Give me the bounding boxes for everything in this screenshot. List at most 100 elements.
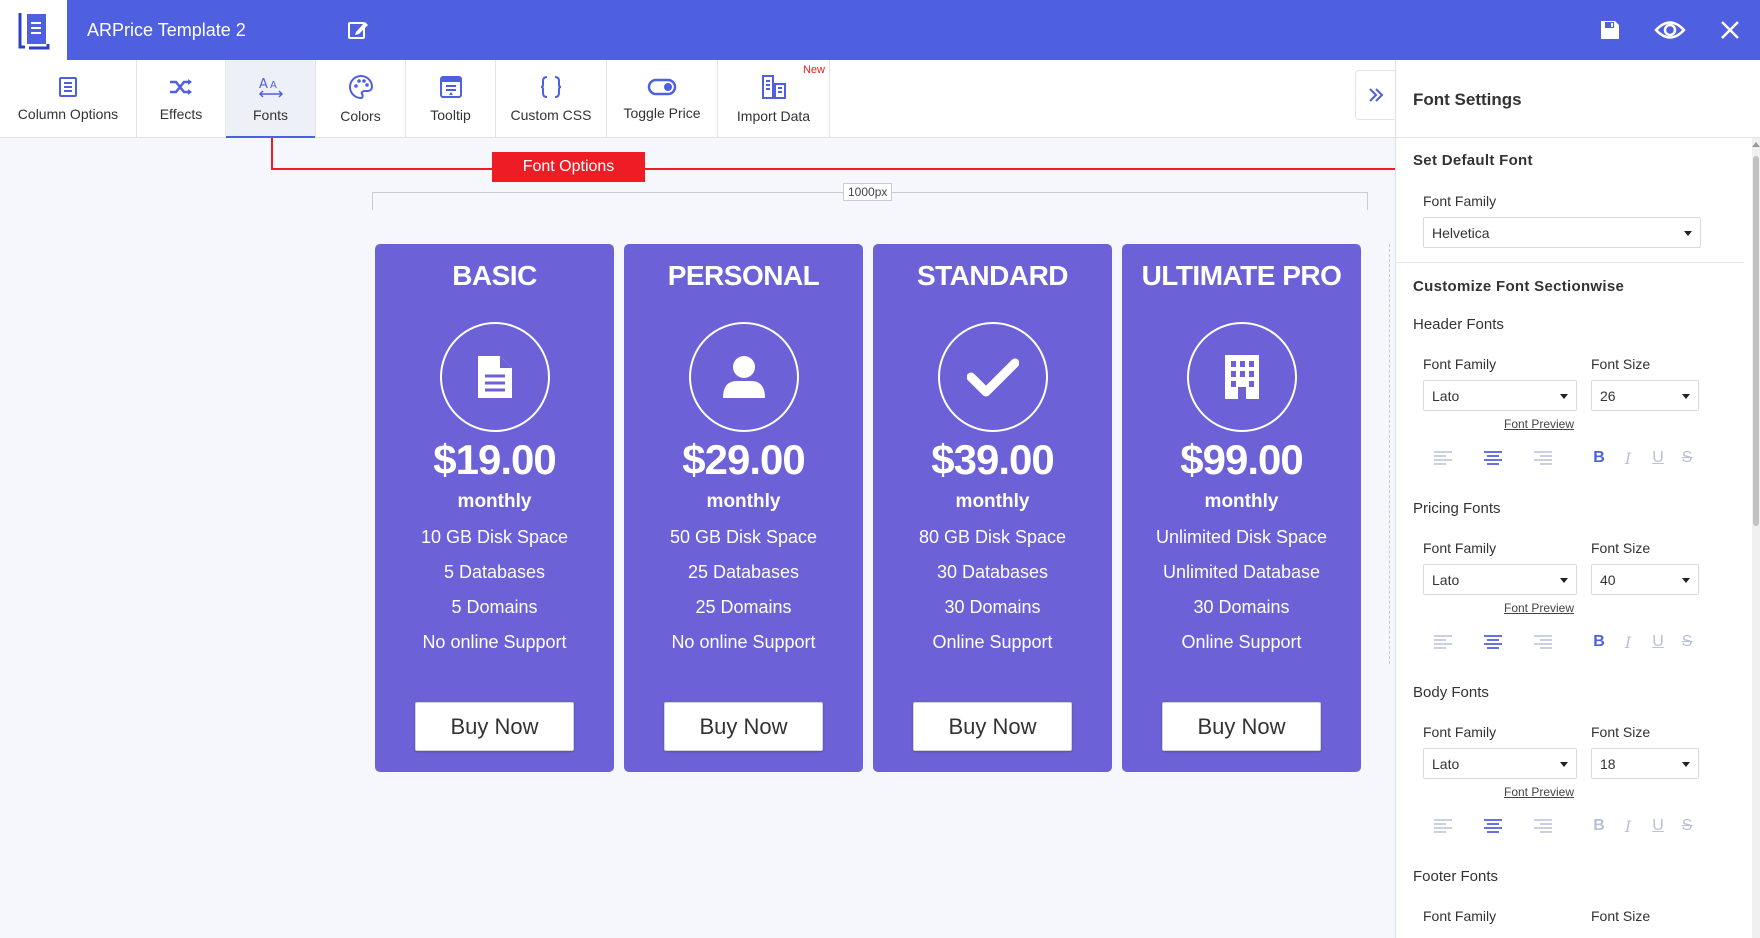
font-preview-link[interactable]: Font Preview [1504,417,1574,431]
italic-button[interactable]: I [1616,446,1640,470]
italic-button[interactable]: I [1616,814,1640,838]
scrollbar-thumb[interactable] [1753,156,1759,526]
pricing-column-personal[interactable]: PERSONAL $29.00 monthly 50 GB Disk Space… [624,244,863,772]
top-bar: ARPrice Template 2 [0,0,1760,60]
collapse-panel-button[interactable] [1355,70,1395,120]
tab-custom-css[interactable]: Custom CSS [496,60,607,137]
buy-now-button[interactable]: Buy Now [913,702,1072,751]
align-center-button[interactable] [1481,814,1505,838]
font-family-label: Font Family [1423,724,1497,740]
pricing-font-family-select[interactable]: Lato [1423,564,1577,595]
bold-icon: B [1593,817,1605,834]
tab-toggle-price[interactable]: Toggle Price [607,60,718,137]
pricing-font-size-select[interactable]: 40 [1591,564,1699,595]
strikethrough-icon: S [1681,633,1693,650]
caret-down-icon [1560,394,1568,399]
column-feature: 10 GB Disk Space [420,527,569,547]
buy-now-button[interactable]: Buy Now [415,702,574,751]
column-price: $29.00 [682,436,805,483]
align-center-icon [1484,451,1502,465]
underline-button[interactable]: U [1646,446,1670,470]
column-title: PERSONAL [667,260,820,291]
column-icon-circle [938,322,1048,432]
align-left-button[interactable] [1431,446,1455,470]
user-icon [723,356,765,398]
font-size-label: Font Size [1591,724,1651,740]
column-feature: No online Support [422,632,567,652]
strikethrough-button[interactable]: S [1675,814,1699,838]
edit-title-button[interactable] [346,18,372,44]
default-font-heading: Set Default Font [1413,152,1533,169]
strikethrough-button[interactable]: S [1675,630,1699,654]
tab-colors[interactable]: Colors [316,60,406,137]
preview-button[interactable] [1640,0,1700,60]
app-logo[interactable] [0,0,67,60]
underline-button[interactable]: U [1646,814,1670,838]
body-format-row: B I U S [1431,814,1721,838]
tab-fonts[interactable]: A A Fonts [226,60,316,138]
font-preview-link[interactable]: Font Preview [1504,785,1574,799]
pricing-column-standard[interactable]: STANDARD $39.00 monthly 80 GB Disk Space… [873,244,1112,772]
font-icon: A A [258,77,283,98]
buy-now-button[interactable]: Buy Now [664,702,823,751]
column-feature: 25 Domains [695,597,792,617]
panel-scrollbar[interactable] [1752,138,1760,938]
tab-label: Colors [340,107,381,124]
italic-icon: I [1624,632,1632,652]
save-button[interactable] [1580,0,1640,60]
bold-button[interactable]: B [1587,630,1611,654]
align-left-button[interactable] [1431,630,1455,654]
pricing-column-ultimate-pro[interactable]: ULTIMATE PRO $99.00 monthly Unlimited Di… [1122,244,1361,772]
header-format-row: B I U S [1431,446,1721,470]
align-center-icon [1484,819,1502,833]
select-value: Lato [1432,387,1460,404]
column-period: monthly [955,491,1030,512]
close-button[interactable] [1700,0,1760,60]
header-font-family-select[interactable]: Lato [1423,380,1577,411]
font-size-label: Font Size [1591,908,1651,924]
align-right-button[interactable] [1531,446,1555,470]
align-right-button[interactable] [1531,814,1555,838]
canvas-edge [1389,244,1390,664]
align-left-button[interactable] [1431,814,1455,838]
font-family-label: Font Family [1423,540,1497,556]
body-font-size-select[interactable]: 18 [1591,748,1699,779]
body-font-family-select[interactable]: Lato [1423,748,1577,779]
align-right-icon [1534,635,1552,649]
top-actions [1580,0,1760,60]
header-font-size-select[interactable]: 26 [1591,380,1699,411]
bold-button[interactable]: B [1587,446,1611,470]
italic-button[interactable]: I [1616,630,1640,654]
align-right-button[interactable] [1531,630,1555,654]
tab-import-data[interactable]: New Import Data [718,60,830,137]
scroll-up-arrow-icon[interactable] [1752,142,1760,147]
strikethrough-icon: S [1681,449,1693,466]
caret-down-icon [1560,578,1568,583]
tab-label: Effects [159,105,203,122]
column-feature: 80 GB Disk Space [918,527,1067,547]
bold-icon: B [1593,449,1605,466]
buy-now-button[interactable]: Buy Now [1162,702,1321,751]
default-font-family-select[interactable]: Helvetica [1423,217,1701,248]
strikethrough-button[interactable]: S [1675,446,1699,470]
font-preview-link[interactable]: Font Preview [1504,601,1574,615]
sectionwise-heading: Customize Font Sectionwise [1413,278,1625,295]
column-price: $19.00 [433,436,556,483]
new-badge: New [802,64,825,76]
align-left-icon [1434,451,1452,465]
tab-column-options[interactable]: Column Options [0,60,137,137]
tab-effects[interactable]: Effects [137,60,226,137]
align-center-button[interactable] [1481,446,1505,470]
body-fonts-label: Body Fonts [1413,684,1489,701]
underline-button[interactable]: U [1646,630,1670,654]
column-feature: No online Support [671,632,816,652]
align-center-button[interactable] [1481,630,1505,654]
close-icon [1721,21,1739,39]
import-data-icon [761,74,786,99]
tab-tooltip[interactable]: Tooltip [406,60,496,137]
pricing-column-basic[interactable]: BASIC $19.00 monthly 10 GB Disk Space 5 … [375,244,614,772]
column-options-icon [59,76,77,97]
bold-button[interactable]: B [1587,814,1611,838]
annotation-line-horizontal [271,168,1396,170]
pricing-format-row: B I U S [1431,630,1721,654]
